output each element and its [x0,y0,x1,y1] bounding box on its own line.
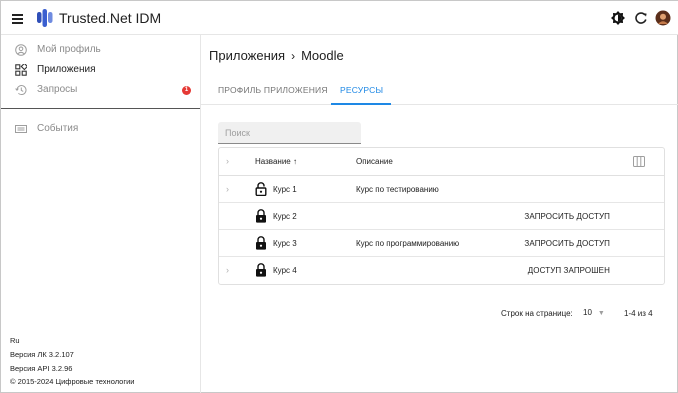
lock-icon [256,263,266,277]
active-tab-indicator [331,103,391,105]
lock-icon [256,209,266,223]
rows-per-page-select[interactable]: 10 ▼ [583,308,605,317]
sidebar-item-applications[interactable]: Приложения [1,61,200,81]
search-input[interactable] [218,122,361,143]
language-selector[interactable]: Ru [10,336,20,345]
tab-bar: ПРОФИЛЬ ПРИЛОЖЕНИЯ РЕСУРСЫ [201,75,678,105]
resource-name: Курс 2 [273,212,297,221]
expand-row-chevron-icon[interactable]: › [226,265,229,275]
history-icon [15,85,27,96]
app-window: Trusted.Net IDM Мой профиль Приложения З… [0,0,678,393]
avatar[interactable] [655,10,671,26]
column-header-name[interactable]: Название ↑ [255,157,297,166]
request-access-button[interactable]: ЗАПРОСИТЬ ДОСТУП [524,239,610,248]
resources-table: › Название ↑ Описание › Курс 1 Курс по т… [218,147,665,285]
theme-toggle-icon[interactable] [610,10,626,26]
version-api: Версия API 3.2.96 [10,364,73,373]
resource-description: Курс по тестированию [356,185,439,194]
expand-all-chevron-icon[interactable]: › [226,156,229,166]
breadcrumb-separator: › [291,49,296,63]
breadcrumb: Приложения › Moodle [209,48,344,63]
top-app-bar: Trusted.Net IDM [1,1,678,35]
tab-resources[interactable]: РЕСУРСЫ [340,85,383,95]
access-requested-status: ДОСТУП ЗАПРОШЕН [527,266,610,275]
table-row[interactable]: › Курс 4 ДОСТУП ЗАПРОШЕН [219,257,664,284]
menu-icon[interactable] [11,11,25,25]
account-circle-icon [15,44,27,56]
table-row[interactable]: Курс 2 ЗАПРОСИТЬ ДОСТУП [219,203,664,230]
columns-icon[interactable] [633,156,645,167]
resource-name: Курс 4 [273,266,297,275]
sidebar-item-label: Запросы [37,84,78,95]
lock-icon [256,236,266,250]
rows-per-page-label: Строк на странице: [501,309,573,318]
breadcrumb-parent[interactable]: Приложения [209,48,285,63]
sidebar-item-events[interactable]: События [1,120,200,140]
table-row[interactable]: Курс 3 Курс по программированию ЗАПРОСИТ… [219,230,664,257]
table-row[interactable]: › Курс 1 Курс по тестированию [219,176,664,203]
sidebar-item-label: Мой профиль [37,44,101,55]
sidebar-item-requests[interactable]: Запросы 1 [1,81,200,101]
sidebar-item-label: События [37,123,79,134]
search-field [218,122,361,144]
resource-description: Курс по программированию [356,239,460,248]
resource-name: Курс 3 [273,239,297,248]
tab-app-profile[interactable]: ПРОФИЛЬ ПРИЛОЖЕНИЯ [218,85,328,95]
pagination-range: 1-4 из 4 [624,309,653,318]
sidebar: Мой профиль Приложения Запросы 1 События… [1,35,201,393]
sidebar-item-label: Приложения [37,64,96,75]
chevron-down-icon: ▼ [597,310,605,317]
notification-badge: 1 [182,86,191,95]
version-lk: Версия ЛК 3.2.107 [10,350,74,359]
expand-row-chevron-icon[interactable]: › [226,184,229,194]
app-title: Trusted.Net IDM [59,10,162,26]
breadcrumb-current: Moodle [301,48,344,63]
resource-name: Курс 1 [273,185,297,194]
sort-arrow-icon: ↑ [292,157,297,166]
column-header-description: Описание [356,157,393,166]
list-icon [15,125,27,133]
request-access-button[interactable]: ЗАПРОСИТЬ ДОСТУП [524,212,610,221]
sidebar-item-profile[interactable]: Мой профиль [1,41,200,61]
refresh-icon[interactable] [633,10,649,26]
lock-open-icon [255,182,267,196]
logo-icon [37,9,53,27]
apps-grid-icon [15,64,27,76]
sidebar-divider [1,108,200,109]
table-header: › Название ↑ Описание [219,148,664,176]
copyright: © 2015-2024 Цифровые технологии [10,377,135,386]
